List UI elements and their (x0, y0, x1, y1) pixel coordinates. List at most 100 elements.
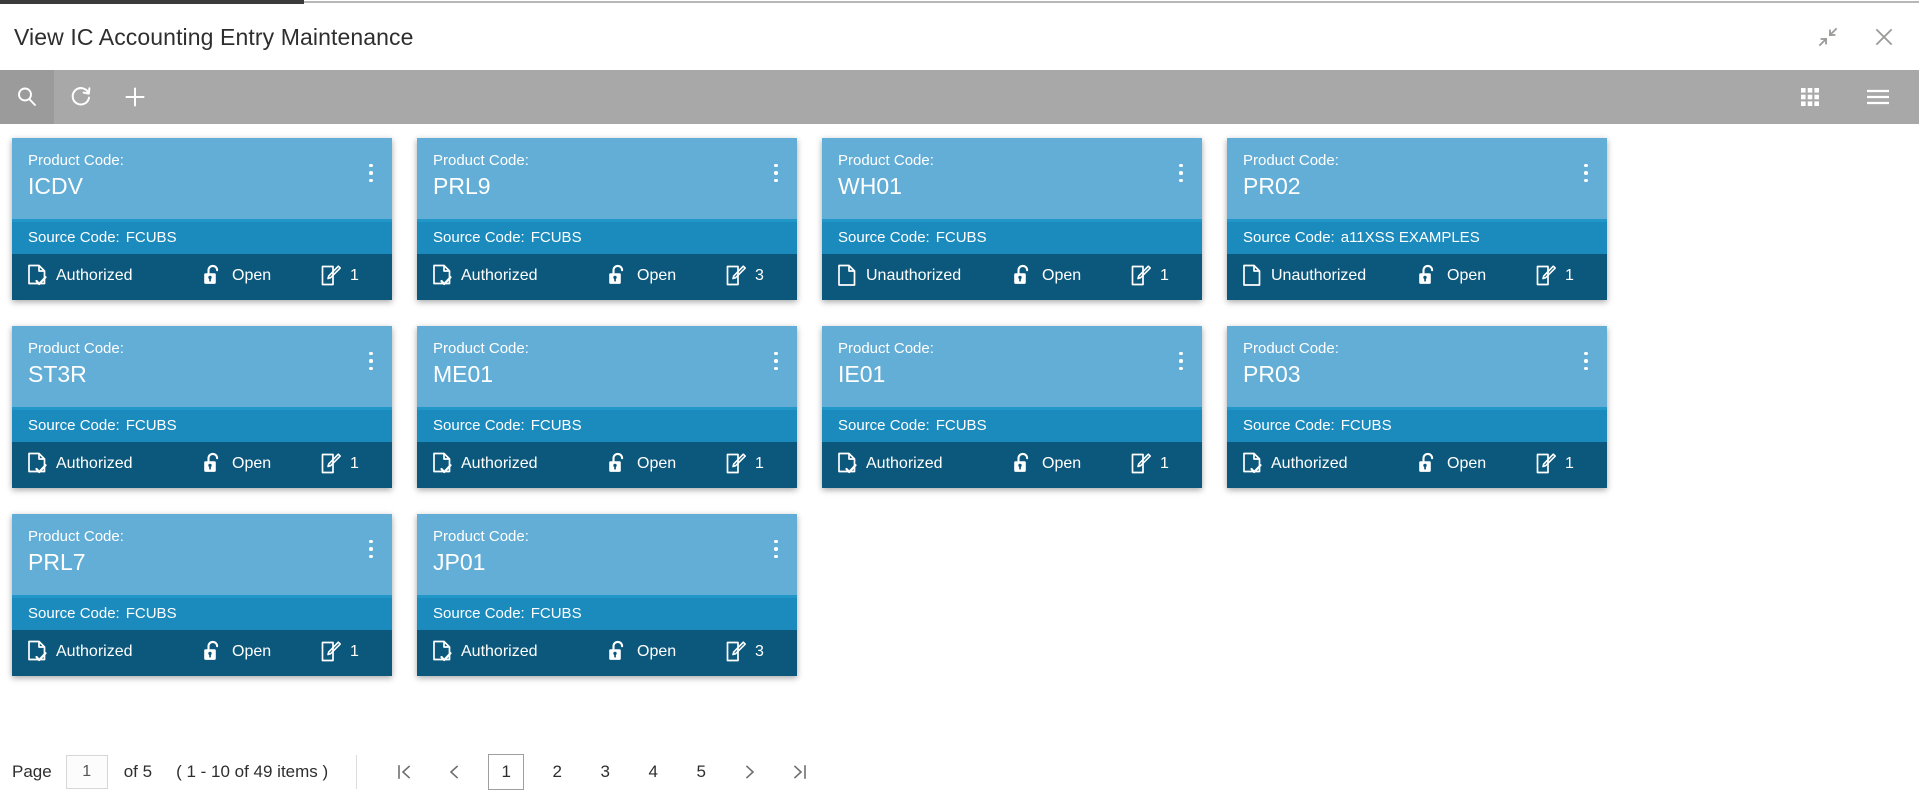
card-subheader: Source Code: FCUBS (1227, 410, 1607, 442)
product-card[interactable]: Product Code: IE01 Source Code: FCUBS Author… (822, 326, 1202, 488)
authorization-status-text: Unauthorized (866, 267, 962, 284)
product-card[interactable]: Product Code: ST3R Source Code: FCUBS Author… (12, 326, 392, 488)
document-check-icon (836, 452, 858, 476)
next-page-icon[interactable] (733, 755, 767, 789)
edit-page-icon (725, 640, 747, 664)
record-lock-status: Open (1012, 264, 1130, 288)
page-label: Page (12, 761, 52, 781)
product-code-value: JP01 (433, 549, 486, 575)
record-lock-status: Open (1417, 264, 1535, 288)
unlocked-padlock-icon (1012, 264, 1034, 288)
authorization-status-text: Authorized (461, 643, 538, 660)
authorization-status-text: Authorized (56, 643, 133, 660)
document-check-icon (26, 640, 48, 664)
more-options-icon[interactable] (765, 536, 787, 562)
more-options-icon[interactable] (765, 348, 787, 374)
product-card[interactable]: Product Code: ICDV Source Code: FCUBS Author… (12, 138, 392, 300)
record-lock-status: Open (202, 452, 320, 476)
product-code-value: ST3R (28, 361, 87, 387)
more-options-icon[interactable] (1170, 348, 1192, 374)
item-range-text: ( 1 - 10 of 49 items ) (176, 761, 329, 781)
last-page-icon[interactable] (783, 755, 817, 789)
plus-icon[interactable] (108, 70, 162, 124)
page-number-button[interactable]: 5 (686, 755, 716, 789)
page-number-button[interactable]: 1 (488, 753, 525, 790)
card-header: Product Code: PR03 (1227, 326, 1607, 410)
source-code-label: Source Code: (1243, 417, 1335, 434)
card-header: Product Code: ME01 (417, 326, 797, 410)
source-code-value: FCUBS (530, 417, 582, 434)
hamburger-menu-icon[interactable] (1863, 82, 1893, 112)
edit-page-icon (320, 452, 342, 476)
source-code-value: FCUBS (935, 417, 987, 434)
more-options-icon[interactable] (360, 536, 382, 562)
product-code-value: IE01 (838, 361, 886, 387)
collapse-arrows-icon[interactable] (1815, 24, 1841, 50)
document-check-icon (1241, 452, 1263, 476)
document-icon (1241, 264, 1263, 288)
page-title: View IC Accounting Entry Maintenance (14, 23, 414, 50)
search-icon[interactable] (0, 70, 54, 124)
card-subheader: Source Code: FCUBS (822, 222, 1202, 254)
product-code-label: Product Code: (28, 340, 124, 357)
tab-strip-rest (304, 1, 1919, 3)
product-card[interactable]: Product Code: WH01 Source Code: FCUBS Unauth… (822, 138, 1202, 300)
card-footer: Authorized Open 1 (12, 254, 392, 300)
page-number-button[interactable]: 4 (638, 755, 668, 789)
page-number-button[interactable]: 3 (590, 755, 620, 789)
page-number-button[interactable]: 2 (542, 755, 572, 789)
unlocked-padlock-icon (202, 452, 224, 476)
close-icon[interactable] (1871, 24, 1897, 50)
card-subheader: Source Code: FCUBS (417, 410, 797, 442)
source-code-value: FCUBS (935, 229, 987, 246)
previous-page-icon[interactable] (437, 755, 471, 789)
more-options-icon[interactable] (1170, 160, 1192, 186)
more-options-icon[interactable] (1575, 160, 1597, 186)
more-options-icon[interactable] (360, 348, 382, 374)
more-options-icon[interactable] (765, 160, 787, 186)
product-card[interactable]: Product Code: PRL7 Source Code: FCUBS Author… (12, 514, 392, 676)
authorization-status-text: Authorized (866, 455, 943, 472)
record-lock-status-text: Open (1447, 267, 1487, 284)
more-options-icon[interactable] (360, 160, 382, 186)
first-page-icon[interactable] (387, 755, 421, 789)
unlocked-padlock-icon (607, 640, 629, 664)
authorization-status: Unauthorized (1241, 264, 1417, 288)
card-header: Product Code: ST3R (12, 326, 392, 410)
refresh-icon[interactable] (54, 70, 108, 124)
product-code-label: Product Code: (1243, 340, 1339, 357)
page-number-input[interactable] (65, 754, 108, 789)
pagination-divider (356, 754, 358, 789)
grid-view-icon[interactable] (1795, 82, 1825, 112)
more-options-icon[interactable] (1575, 348, 1597, 374)
product-card[interactable]: Product Code: JP01 Source Code: FCUBS Author… (417, 514, 797, 676)
card-grid: Product Code: ICDV Source Code: FCUBS Author… (0, 138, 1620, 676)
product-card[interactable]: Product Code: PRL9 Source Code: FCUBS Author… (417, 138, 797, 300)
authorization-status-text: Authorized (461, 455, 538, 472)
authorization-status: Authorized (431, 264, 607, 288)
record-lock-status: Open (607, 452, 725, 476)
card-footer: Authorized Open 1 (417, 442, 797, 488)
product-code-label: Product Code: (838, 152, 934, 169)
authorization-status: Unauthorized (836, 264, 1012, 288)
card-footer: Authorized Open 1 (12, 442, 392, 488)
source-code-value: FCUBS (530, 605, 582, 622)
source-code-value: FCUBS (1340, 417, 1392, 434)
card-header: Product Code: JP01 (417, 514, 797, 598)
product-card[interactable]: Product Code: ME01 Source Code: FCUBS Author… (417, 326, 797, 488)
source-code-label: Source Code: (433, 417, 525, 434)
authorization-status-text: Authorized (461, 267, 538, 284)
product-card[interactable]: Product Code: PR02 Source Code: a11XSS EXAM… (1227, 138, 1607, 300)
modification-count: 1 (1535, 264, 1574, 288)
modification-count-text: 1 (350, 267, 359, 284)
toolbar-right-actions (1795, 70, 1919, 124)
authorization-status: Authorized (1241, 452, 1417, 476)
product-card[interactable]: Product Code: PR03 Source Code: FCUBS Author… (1227, 326, 1607, 488)
record-lock-status: Open (607, 264, 725, 288)
card-footer: Authorized Open 3 (417, 254, 797, 300)
unlocked-padlock-icon (607, 452, 629, 476)
card-subheader: Source Code: FCUBS (12, 598, 392, 630)
unlocked-padlock-icon (607, 264, 629, 288)
card-subheader: Source Code: FCUBS (12, 410, 392, 442)
card-header: Product Code: ICDV (12, 138, 392, 222)
